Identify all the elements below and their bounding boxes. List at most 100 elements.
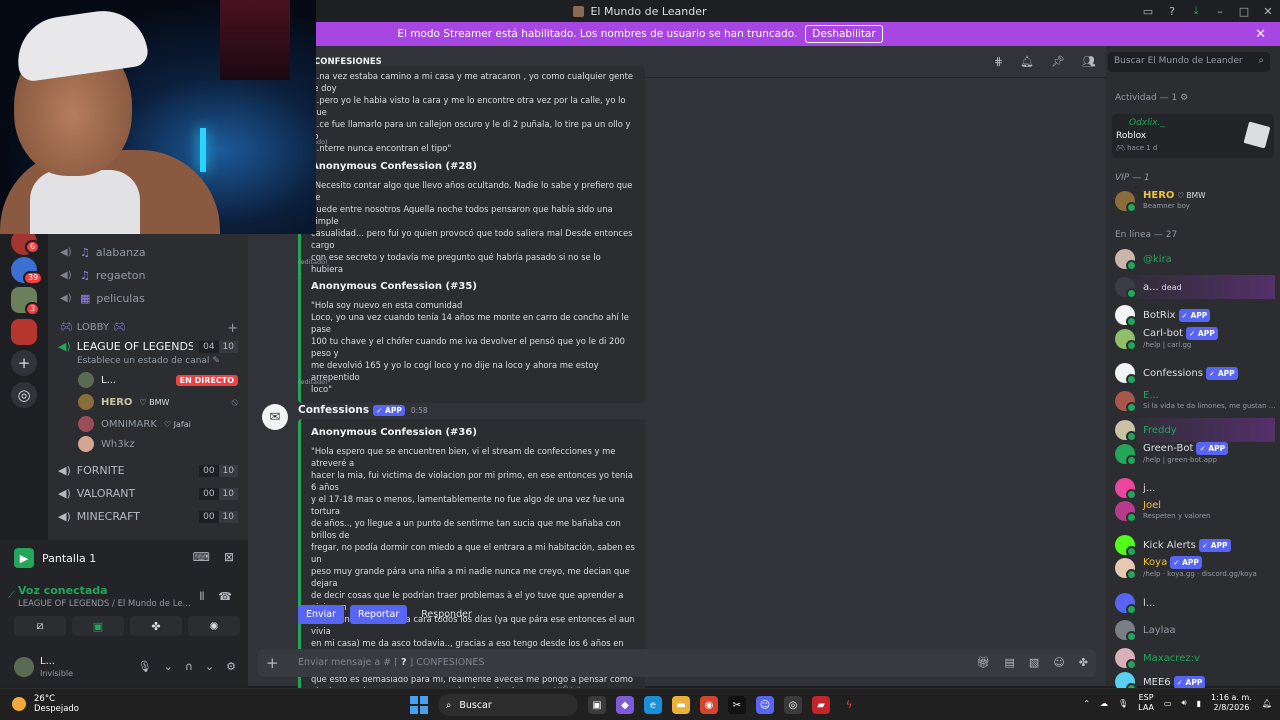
- member-row[interactable]: j...: [1115, 476, 1275, 500]
- add-channel-icon[interactable]: +: [227, 321, 238, 336]
- message-composer[interactable]: + Enviar mensaje a # ⌈ ? ⌋ CONFESIONES 🎁…: [258, 649, 1096, 677]
- apps-icon[interactable]: ✤: [1079, 656, 1088, 669]
- windows-start-icon[interactable]: [410, 696, 428, 714]
- voice-channel-valorant[interactable]: ◀) VALORANT 00 10: [58, 487, 238, 500]
- voice-channel-league[interactable]: ◀) LEAGUE OF LEGENDS 04 10: [58, 340, 238, 353]
- member-row[interactable]: Laylaa: [1115, 618, 1275, 642]
- member-list-icon[interactable]: 👥︎: [1082, 55, 1096, 68]
- task-view-icon[interactable]: ▣: [588, 696, 606, 714]
- member-row[interactable]: l...: [1115, 591, 1275, 615]
- message-author[interactable]: Confessions: [298, 404, 369, 416]
- member-row[interactable]: Freddy: [1115, 418, 1275, 442]
- chevron-down-icon[interactable]: ⌄: [164, 660, 173, 673]
- edge-browser-icon[interactable]: e: [644, 696, 662, 714]
- file-explorer-icon[interactable]: ▬: [672, 696, 690, 714]
- activity-card[interactable]: Odxlix._ Roblox 🎮︎ hace 1 d: [1112, 114, 1274, 158]
- battery-icon[interactable]: ▮: [1197, 699, 1201, 708]
- add-server-icon[interactable]: +: [11, 350, 37, 376]
- screen-share-button[interactable]: ▣: [72, 616, 124, 636]
- discord-icon[interactable]: ☺: [756, 696, 774, 714]
- sticker-icon[interactable]: ▧: [1029, 656, 1039, 669]
- member-row[interactable]: Green-Bot ✓ APP/help | green-bot.app: [1115, 442, 1275, 466]
- threads-icon[interactable]: ⋕: [994, 55, 1003, 68]
- volume-icon[interactable]: 🔊︎: [1182, 698, 1187, 708]
- member-row[interactable]: Koya ✓ APP/help · koya.gg · discord.gg/ko…: [1115, 556, 1275, 580]
- camera-off-button[interactable]: ⧄: [14, 616, 66, 636]
- member-row[interactable]: Maxacrez:v: [1115, 646, 1275, 670]
- reply-button[interactable]: Responder: [413, 605, 480, 624]
- message-input[interactable]: Enviar mensaje a # ⌈ ? ⌋ CONFESIONES: [298, 657, 484, 668]
- bot-avatar[interactable]: ✉: [262, 404, 288, 430]
- soundboard-button[interactable]: ✺: [188, 616, 240, 636]
- channel-status-hint[interactable]: Establece un estado de canal ✎: [77, 356, 220, 366]
- server-icon-3[interactable]: 3: [11, 287, 41, 316]
- server-search-input[interactable]: Buscar El Mundo de Leander ⌕: [1108, 52, 1270, 72]
- help-icon[interactable]: ?: [1160, 5, 1184, 18]
- maximize-button[interactable]: □: [1232, 5, 1256, 18]
- member-row[interactable]: BotRix ✓ APP: [1115, 303, 1275, 327]
- compass-icon[interactable]: ◎: [11, 382, 37, 408]
- disconnect-icon[interactable]: ☎: [218, 590, 232, 604]
- noise-suppression-icon[interactable]: ⫴: [200, 590, 205, 604]
- member-hero[interactable]: HERO ♡ BMW Beamner boy: [1115, 189, 1275, 213]
- activities-button[interactable]: ✤: [130, 616, 182, 636]
- voice-channel-fornite[interactable]: ◀) FORNITE 00 10: [58, 464, 238, 477]
- voice-member-2[interactable]: HERO ♡ BMW ⦸: [78, 394, 238, 410]
- lightning-app-icon[interactable]: ϟ: [840, 696, 858, 714]
- voice-channel-minecraft[interactable]: ◀) MINECRAFT 00 10: [58, 510, 238, 523]
- chrome-icon[interactable]: ◉: [700, 696, 718, 714]
- close-window-button[interactable]: ✕: [1256, 5, 1280, 18]
- close-banner-icon[interactable]: ✕: [1255, 27, 1266, 42]
- settings-gear-icon[interactable]: ⚙: [226, 660, 236, 673]
- disable-streamer-button[interactable]: Deshabilitar: [805, 25, 883, 43]
- notifications-icon[interactable]: 🔔︎: [1262, 699, 1272, 708]
- member-row[interactable]: Joel Respeten y valoren: [1115, 499, 1275, 523]
- send-button[interactable]: Enviar: [298, 605, 345, 624]
- minimize-button[interactable]: –: [1208, 5, 1232, 18]
- voice-member-3[interactable]: OMNIMARK ♡ Jafai: [78, 416, 238, 432]
- notification-bell-icon[interactable]: 🔔︎: [1020, 55, 1034, 68]
- attach-plus-icon[interactable]: +: [266, 654, 279, 672]
- voice-channel-regaeton[interactable]: ◀) ♫ regaeton: [60, 269, 240, 282]
- member-row[interactable]: Kick Alerts ✓ APP: [1115, 533, 1275, 557]
- category-lobby[interactable]: 🎮︎ LOBBY 🎮︎: [60, 322, 126, 333]
- voice-member-1[interactable]: L... EN DIRECTO: [78, 372, 238, 388]
- emoji-icon[interactable]: ☺: [1053, 656, 1064, 669]
- user-name[interactable]: L...: [40, 656, 55, 667]
- chevron-down-icon[interactable]: ⌄: [205, 660, 214, 673]
- member-row[interactable]: E... Si la vida te da limones, me gustan …: [1115, 389, 1275, 413]
- clock[interactable]: 1:16 a. m. 2/8/2026: [1211, 693, 1252, 713]
- member-row[interactable]: a... dead: [1115, 275, 1275, 299]
- gamepad-icon[interactable]: ⌨: [193, 550, 210, 564]
- headphones-icon[interactable]: ∩: [185, 660, 193, 673]
- tray-chevron-icon[interactable]: ⌃: [1083, 699, 1090, 708]
- capcut-icon[interactable]: ✂: [728, 696, 746, 714]
- taskbar-search[interactable]: ⌕ Buscar: [438, 694, 578, 716]
- cloud-icon[interactable]: ☁: [1100, 699, 1108, 708]
- voice-channel-alabanza[interactable]: ◀) ♫ alabanza: [60, 246, 240, 259]
- pinned-messages-icon[interactable]: 📌︎: [1051, 55, 1065, 68]
- download-icon[interactable]: ⤓: [1184, 4, 1208, 18]
- gif-icon[interactable]: ▤: [1005, 656, 1015, 669]
- weather-widget[interactable]: 26°C Despejado: [12, 694, 79, 714]
- member-row[interactable]: @kira: [1115, 247, 1275, 271]
- gift-icon[interactable]: 🎁︎: [977, 656, 991, 669]
- copilot-icon[interactable]: ◆: [616, 696, 634, 714]
- game-launcher-icon[interactable]: ▰: [812, 696, 830, 714]
- obs-icon[interactable]: ◎: [784, 696, 802, 714]
- member-row[interactable]: Confessions ✓ APP: [1115, 361, 1275, 385]
- member-row[interactable]: Carl-bot ✓ APP/help | carl.gg: [1115, 327, 1275, 351]
- voice-channel-peliculas[interactable]: ◀) ▦ peliculas: [60, 292, 240, 305]
- user-avatar[interactable]: [14, 657, 34, 677]
- language-indicator[interactable]: ESP LAA: [1138, 693, 1154, 713]
- screen-share-title[interactable]: ▶ Pantalla 1: [14, 548, 96, 568]
- microphone-icon[interactable]: 🎙︎: [138, 660, 152, 673]
- inbox-icon[interactable]: ▭: [1136, 5, 1160, 18]
- voice-member-4[interactable]: Wh3kz: [78, 436, 238, 452]
- stop-share-icon[interactable]: ⊠: [224, 550, 234, 564]
- report-button[interactable]: Reportar: [350, 605, 408, 624]
- server-icon-4[interactable]: [11, 319, 37, 345]
- mic-tray-icon[interactable]: 🎙︎: [1118, 699, 1128, 708]
- voice-connection-info[interactable]: ⟋ Voz conectada LEAGUE OF LEGENDS / El M…: [8, 584, 191, 609]
- server-icon-2[interactable]: 39: [11, 257, 44, 285]
